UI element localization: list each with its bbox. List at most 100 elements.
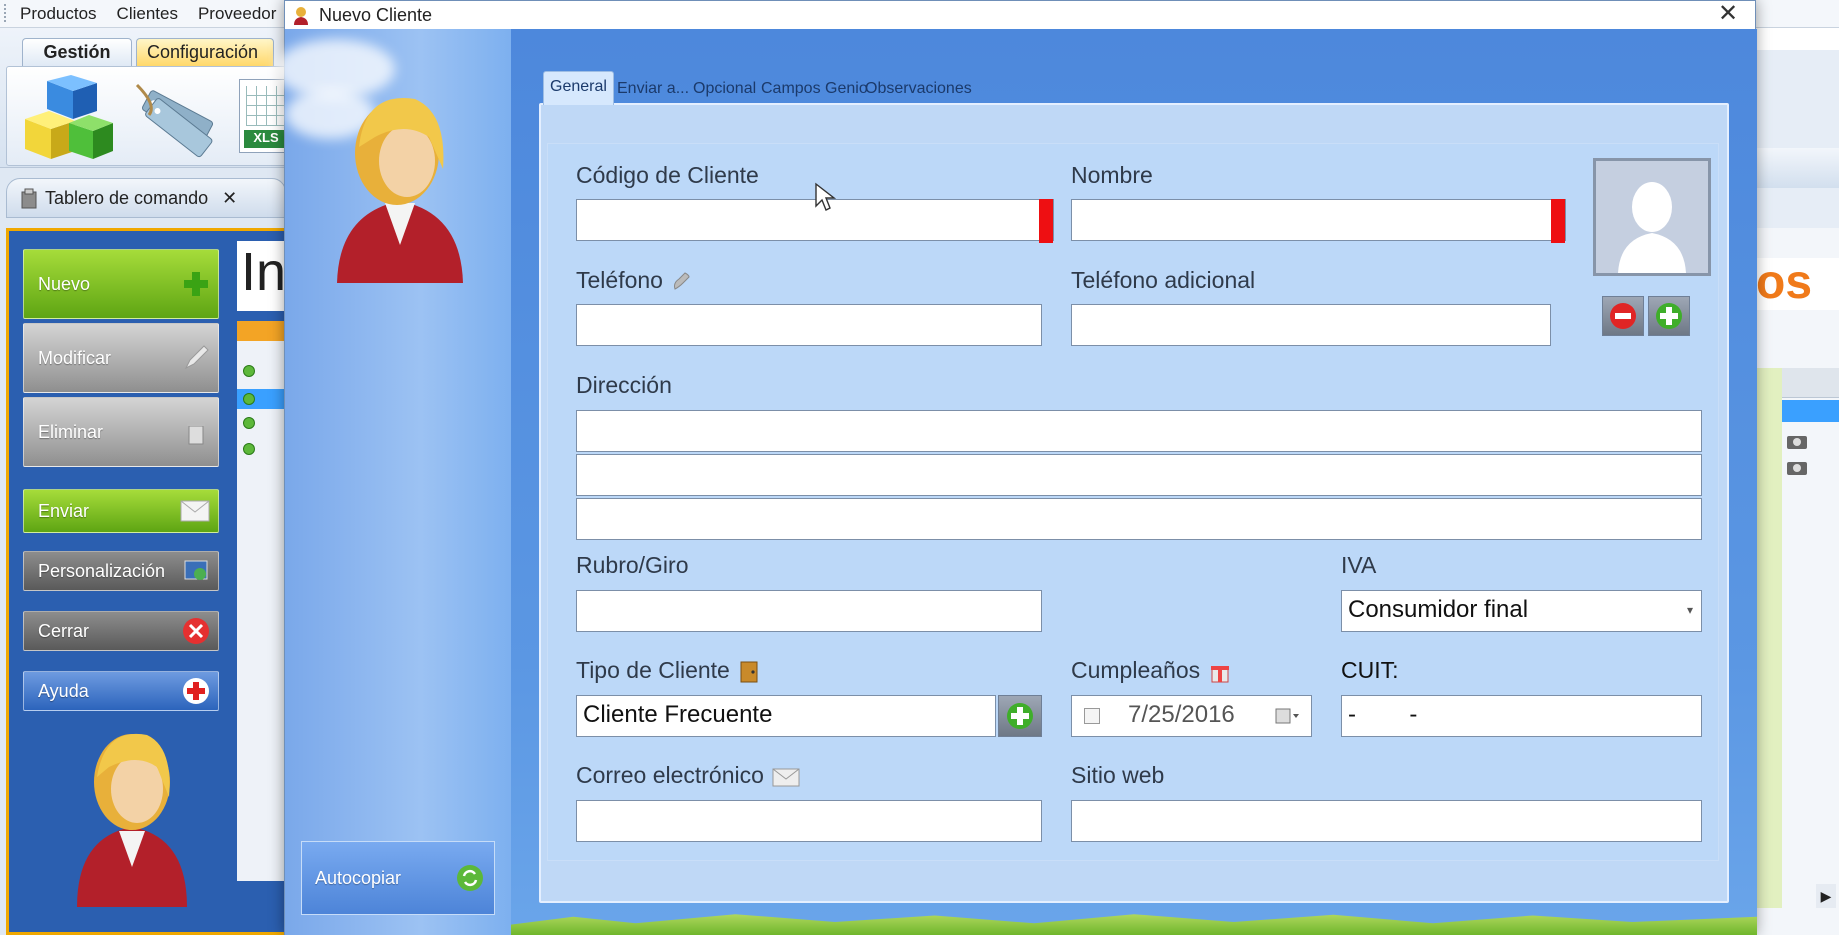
camera-icon (1787, 436, 1807, 449)
dashboard-icon (21, 188, 37, 209)
general-form: Código de Cliente Nombre Teléfono Teléfo… (547, 143, 1719, 861)
iva-select[interactable]: Consumidor final ▾ (1341, 590, 1702, 632)
app-icon (294, 7, 308, 25)
camera-icon (1787, 462, 1807, 475)
cumpleanos-label: Cumpleaños (1071, 657, 1231, 684)
tipo-cliente-input[interactable]: Cliente Frecuente (576, 695, 996, 737)
dialog-titlebar[interactable]: Nuevo Cliente ✕ (285, 1, 1755, 29)
eliminar-label: Eliminar (38, 421, 104, 442)
ayuda-button[interactable]: Ayuda (23, 671, 219, 711)
plus-icon (1007, 703, 1033, 729)
ayuda-label: Ayuda (38, 680, 89, 701)
personalizacion-button[interactable]: Personalización (23, 551, 219, 591)
scroll-right-icon[interactable]: ▶ (1816, 884, 1836, 908)
dialog-sidebar: Autocopiar (275, 29, 511, 935)
cuit-label: CUIT: (1341, 657, 1399, 683)
gift-icon (1210, 665, 1229, 683)
sitio-web-input[interactable] (1071, 800, 1702, 842)
ribbon-tab-gestion[interactable]: Gestión (22, 38, 132, 66)
background-right-panel: os da ▶ (1756, 228, 1839, 935)
dialog-title: Nuevo Cliente (319, 4, 433, 25)
row-status-icon (243, 365, 255, 377)
plus-icon (184, 272, 208, 296)
autocopiar-label: Autocopiar (315, 867, 402, 888)
direccion-line-3[interactable] (576, 498, 1702, 540)
tab-campos-genio[interactable]: Campos Genio (755, 77, 874, 103)
right-heading-fragment: os (1756, 258, 1839, 310)
envelope-icon (772, 768, 800, 787)
ribbon-tab-configuracion[interactable]: Configuración (136, 38, 274, 66)
sitio-web-label: Sitio web (1071, 762, 1165, 788)
correo-input[interactable] (576, 800, 1042, 842)
tipo-cliente-label-text: Tipo de Cliente (576, 657, 730, 683)
doc-tab-tablero[interactable]: Tablero de comando ✕ (6, 178, 286, 218)
add-photo-button[interactable] (1648, 296, 1690, 336)
row-status-icon (243, 417, 255, 429)
plus-icon (1656, 303, 1682, 329)
telefono-label: Teléfono (576, 267, 693, 294)
cumpleanos-datepicker[interactable]: 7/25/2016 (1071, 695, 1312, 737)
autocopiar-button[interactable]: Autocopiar (301, 841, 495, 915)
eliminar-button[interactable]: Eliminar (23, 397, 219, 467)
required-marker (1039, 199, 1053, 243)
menu-proveedores[interactable]: Proveedor (198, 4, 276, 24)
tab-general[interactable]: General (543, 71, 614, 105)
chevron-down-icon: ▾ (1686, 603, 1693, 617)
minus-icon (1610, 303, 1636, 329)
cerrar-label: Cerrar (38, 620, 90, 641)
telefono-adicional-input[interactable] (1071, 304, 1551, 346)
close-circle-icon (183, 618, 209, 644)
tags-icon[interactable] (127, 75, 227, 163)
doc-tab-close-icon[interactable]: ✕ (222, 188, 237, 209)
calendar-dropdown-icon[interactable] (1275, 708, 1301, 726)
required-marker (1551, 199, 1565, 243)
menu-productos[interactable]: Productos (20, 4, 97, 24)
correo-label: Correo electrónico (576, 762, 800, 789)
cumpleanos-checkbox[interactable] (1084, 708, 1100, 724)
tab-observaciones[interactable]: Observaciones (859, 77, 978, 103)
telefono-input[interactable] (576, 304, 1042, 346)
cuit-value: - - (1348, 701, 1418, 728)
codigo-label: Código de Cliente (576, 162, 759, 188)
client-photo[interactable] (1593, 158, 1711, 276)
rubro-input[interactable] (576, 590, 1042, 632)
dialog-close-icon[interactable]: ✕ (1713, 1, 1743, 29)
remove-photo-button[interactable] (1602, 296, 1644, 336)
direccion-line-2[interactable] (576, 454, 1702, 496)
mouse-cursor-icon (815, 182, 836, 211)
enviar-button[interactable]: Enviar (23, 489, 219, 533)
personalizacion-label: Personalización (38, 560, 166, 581)
modificar-button[interactable]: Modificar (23, 323, 219, 393)
phone-icon (674, 272, 690, 290)
modificar-label: Modificar (38, 347, 112, 368)
cuit-input[interactable]: - - (1341, 695, 1702, 737)
ribbon-body: XLS (6, 66, 296, 166)
grass-decoration (511, 914, 1757, 935)
products-cubes-icon[interactable] (17, 75, 117, 163)
tab-panel-general: Código de Cliente Nombre Teléfono Teléfo… (539, 103, 1729, 903)
nuevo-button[interactable]: Nuevo (23, 249, 219, 319)
row-status-icon (243, 443, 255, 455)
telefono-label-text: Teléfono (576, 267, 663, 293)
door-icon (740, 661, 758, 683)
cumpleanos-label-text: Cumpleaños (1071, 657, 1201, 683)
iva-label: IVA (1341, 552, 1377, 578)
customize-icon (184, 560, 208, 580)
tab-opcional[interactable]: Opcional (687, 77, 762, 103)
nombre-input[interactable] (1071, 199, 1566, 243)
tab-enviar-a[interactable]: Enviar a... (611, 77, 695, 103)
enviar-label: Enviar (38, 500, 90, 521)
cerrar-button[interactable]: Cerrar (23, 611, 219, 651)
tipo-cliente-label: Tipo de Cliente (576, 657, 760, 684)
menu-clientes[interactable]: Clientes (117, 4, 178, 24)
direccion-label: Dirección (576, 372, 672, 398)
sync-icon (457, 865, 483, 891)
doc-tab-label: Tablero de comando (45, 187, 209, 208)
iva-value: Consumidor final (1348, 596, 1529, 623)
row-status-icon (243, 393, 255, 405)
background-right-header (1756, 28, 1839, 228)
rubro-label: Rubro/Giro (576, 552, 689, 578)
direccion-line-1[interactable] (576, 410, 1702, 452)
pencil-icon (184, 345, 209, 370)
add-tipo-cliente-button[interactable] (998, 695, 1042, 737)
